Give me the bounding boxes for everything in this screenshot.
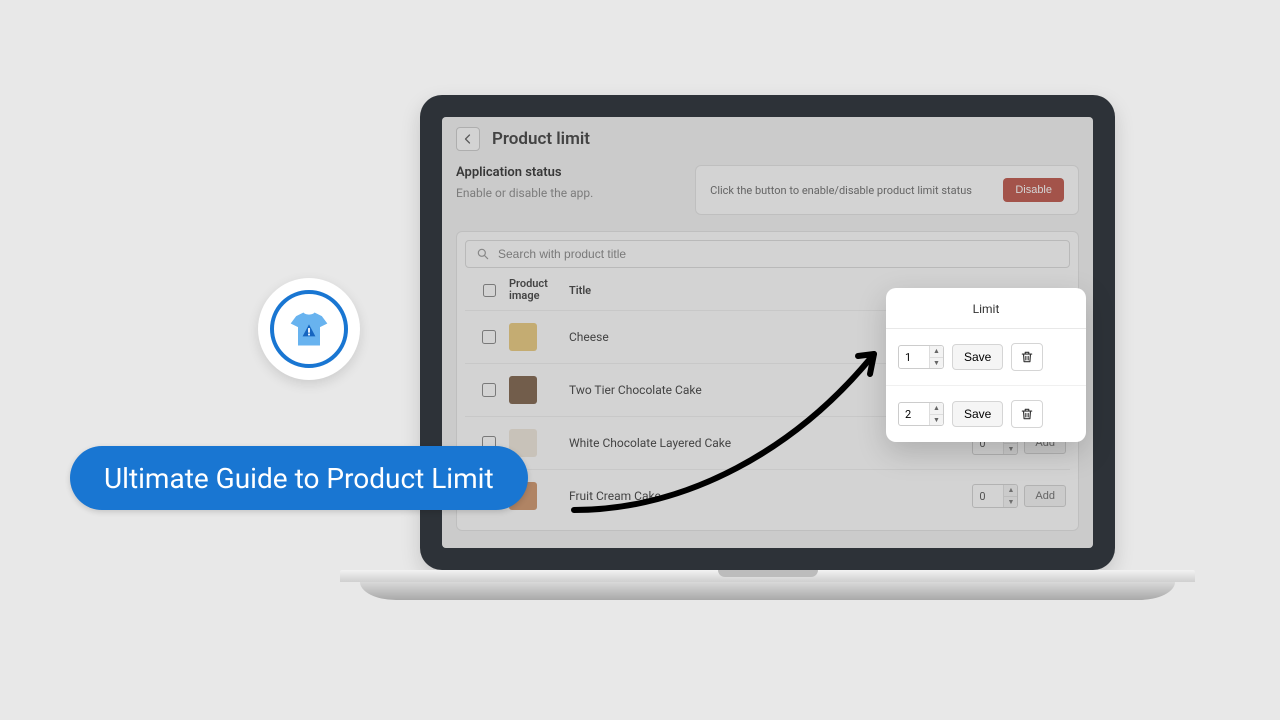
row-checkbox[interactable] xyxy=(482,330,496,344)
status-subtext: Enable or disable the app. xyxy=(456,186,677,200)
status-section: Application status Enable or disable the… xyxy=(456,165,1079,215)
trash-icon xyxy=(1020,407,1034,421)
quantity-stepper[interactable]: 0 ▲▼ xyxy=(972,484,1018,508)
col-title: Title xyxy=(569,284,591,297)
popover-row: 2▲▼Save xyxy=(886,386,1086,442)
product-thumb xyxy=(509,376,537,404)
tshirt-alert-icon xyxy=(287,307,331,351)
delete-button[interactable] xyxy=(1011,400,1043,428)
delete-button[interactable] xyxy=(1011,343,1043,371)
limit-popover: Limit 1▲▼Save2▲▼Save xyxy=(886,288,1086,442)
hero-pill-text: Ultimate Guide to Product Limit xyxy=(104,462,494,495)
search-bar[interactable] xyxy=(465,240,1070,268)
back-button[interactable] xyxy=(456,127,480,151)
row-checkbox[interactable] xyxy=(482,383,496,397)
status-hint: Click the button to enable/disable produ… xyxy=(710,184,972,197)
page-title: Product limit xyxy=(492,129,590,149)
trash-icon xyxy=(1020,350,1034,364)
status-text: Application status Enable or disable the… xyxy=(456,165,677,215)
page-header: Product limit xyxy=(442,117,1093,165)
step-up-icon[interactable]: ▲ xyxy=(1004,485,1017,497)
save-button[interactable]: Save xyxy=(952,401,1003,427)
col-image: Product image xyxy=(509,278,569,302)
status-heading: Application status xyxy=(456,165,677,180)
step-down-icon[interactable]: ▼ xyxy=(1004,497,1017,508)
step-down-icon[interactable]: ▼ xyxy=(930,415,943,426)
popover-heading: Limit xyxy=(886,288,1086,328)
search-icon xyxy=(476,247,490,261)
arrow-left-icon xyxy=(462,133,474,145)
step-down-icon[interactable]: ▼ xyxy=(930,358,943,369)
select-all-checkbox[interactable] xyxy=(483,284,496,297)
quantity-value: 0 xyxy=(973,490,985,503)
disable-button[interactable]: Disable xyxy=(1003,178,1064,202)
callout-arrow xyxy=(566,330,906,520)
step-down-icon[interactable]: ▼ xyxy=(1004,444,1017,455)
step-up-icon[interactable]: ▲ xyxy=(930,403,943,415)
popover-row: 1▲▼Save xyxy=(886,329,1086,386)
status-card: Click the button to enable/disable produ… xyxy=(695,165,1079,215)
product-thumb xyxy=(509,323,537,351)
step-up-icon[interactable]: ▲ xyxy=(930,346,943,358)
save-button[interactable]: Save xyxy=(952,344,1003,370)
hero-badge xyxy=(258,278,360,380)
hero-pill: Ultimate Guide to Product Limit xyxy=(70,446,528,510)
hero-badge-ring xyxy=(270,290,348,368)
add-button[interactable]: Add xyxy=(1024,485,1066,507)
laptop-base xyxy=(420,570,1115,605)
search-input[interactable] xyxy=(498,247,1059,261)
